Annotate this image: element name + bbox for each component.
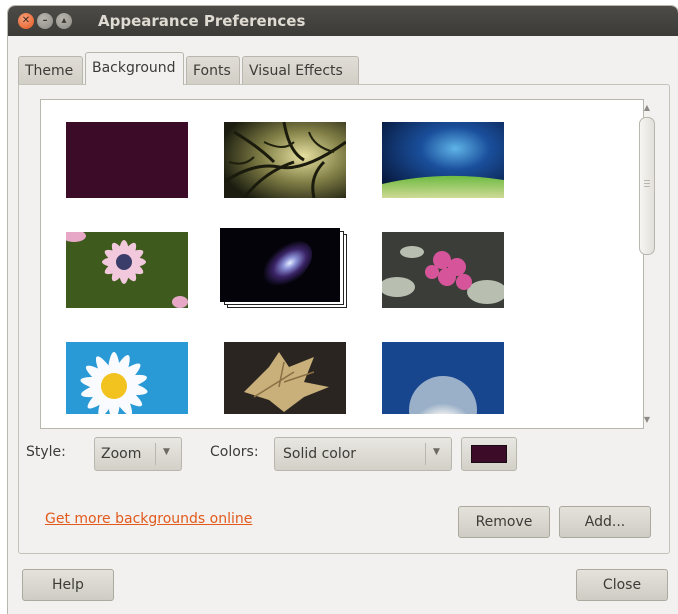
grip-line [644, 186, 650, 187]
get-more-backgrounds-link[interactable]: Get more backgrounds online [45, 511, 252, 527]
grip-line [644, 183, 650, 184]
dropdown-separator [425, 443, 426, 465]
pink-flower-thumbnail[interactable] [382, 232, 504, 308]
dropdown-separator [155, 443, 156, 465]
tree-branches-thumbnail[interactable] [224, 122, 346, 198]
tab-fonts[interactable]: Fonts [186, 56, 240, 84]
tab-theme[interactable]: Theme [18, 56, 83, 84]
tab-background[interactable]: Background [85, 52, 184, 85]
solid-color-thumbnail[interactable] [66, 122, 188, 198]
close-button[interactable]: Close [576, 569, 668, 601]
window-title: Appearance Preferences [98, 12, 306, 30]
color-swatch [471, 445, 507, 463]
color-picker-button[interactable] [461, 437, 517, 471]
colors-label: Colors: [210, 444, 259, 460]
title-bar: ✕ – ▴ Appearance Preferences [8, 6, 678, 36]
colors-value: Solid color [283, 446, 357, 462]
maximize-icon: ▴ [61, 15, 67, 26]
blue-light-road-thumbnail[interactable] [382, 122, 504, 198]
style-label: Style: [26, 444, 66, 460]
style-dropdown[interactable]: Zoom ▼ [94, 437, 182, 471]
window-minimize-button[interactable]: – [37, 13, 53, 29]
window-close-button[interactable]: ✕ [18, 13, 34, 29]
grip-line [644, 180, 650, 181]
tab-visual-effects[interactable]: Visual Effects [242, 56, 359, 84]
scroll-up-icon[interactable]: ▲ [640, 101, 654, 115]
nebula-thumbnail-selected[interactable] [220, 228, 347, 308]
dandelion-thumbnail[interactable] [382, 342, 504, 414]
style-value: Zoom [101, 446, 142, 462]
close-icon: ✕ [21, 15, 31, 26]
colors-dropdown[interactable]: Solid color ▼ [274, 437, 452, 471]
minimize-icon: – [42, 15, 48, 26]
scrollbar-thumb[interactable] [639, 117, 655, 255]
pink-daisy-thumbnail[interactable] [66, 232, 188, 308]
chevron-down-icon: ▼ [163, 447, 170, 457]
dry-leaf-thumbnail[interactable] [224, 342, 346, 414]
add-button[interactable]: Add... [559, 506, 651, 538]
scroll-down-icon[interactable]: ▼ [640, 413, 654, 427]
gallery-scrollbar[interactable]: ▲ ▼ [636, 99, 658, 429]
chevron-down-icon: ▼ [433, 447, 440, 457]
white-daisy-thumbnail[interactable] [66, 342, 188, 414]
nebula-thumbnail[interactable] [220, 228, 340, 302]
window-maximize-button[interactable]: ▴ [56, 13, 72, 29]
background-gallery [40, 99, 644, 429]
appearance-preferences-window: ✕ – ▴ Appearance Preferences Theme Backg… [8, 6, 678, 614]
help-button[interactable]: Help [22, 569, 114, 601]
remove-button[interactable]: Remove [458, 506, 550, 538]
